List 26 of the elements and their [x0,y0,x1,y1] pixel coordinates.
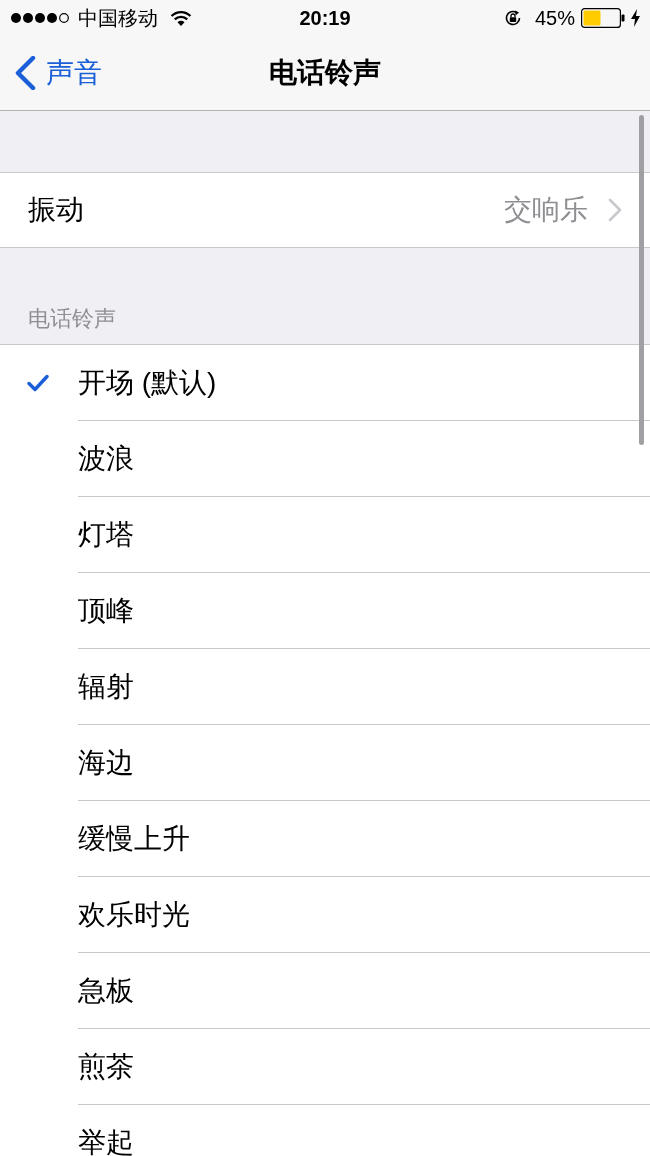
ringtone-name: 开场 (默认) [78,368,217,397]
ringtone-name: 急板 [78,976,134,1005]
chevron-right-icon [608,198,622,222]
settings-row[interactable]: 振动 交响乐 [0,173,650,247]
ringtone-name: 灯塔 [78,520,134,549]
wifi-icon [170,10,192,26]
ringtone-name: 顶峰 [78,596,134,625]
ringtone-name: 举起 [78,1129,134,1156]
back-chevron-icon [14,56,36,90]
ringtone-name: 辐射 [78,672,134,701]
clock-time: 20:19 [299,8,351,28]
ringtone-name: 缓慢上升 [78,824,190,853]
back-button[interactable]: 声音 [0,56,102,90]
ringtone-name: 欢乐时光 [78,900,190,929]
setting-value: 交响乐 [504,196,588,224]
battery-percent: 45% [534,8,575,28]
ringtone-name: 煎茶 [78,1052,134,1081]
page-title: 电话铃声 [269,59,381,87]
section-header: 电话铃声 [28,308,116,330]
ringtone-name: 波浪 [78,444,134,473]
ringtone-name: 海边 [78,748,134,777]
carrier-name: 中国移动 [78,8,158,28]
signal-strength-icon [10,12,72,24]
charging-bolt-icon [631,9,640,27]
battery-icon [581,8,625,28]
setting-label: 振动 [28,196,84,224]
